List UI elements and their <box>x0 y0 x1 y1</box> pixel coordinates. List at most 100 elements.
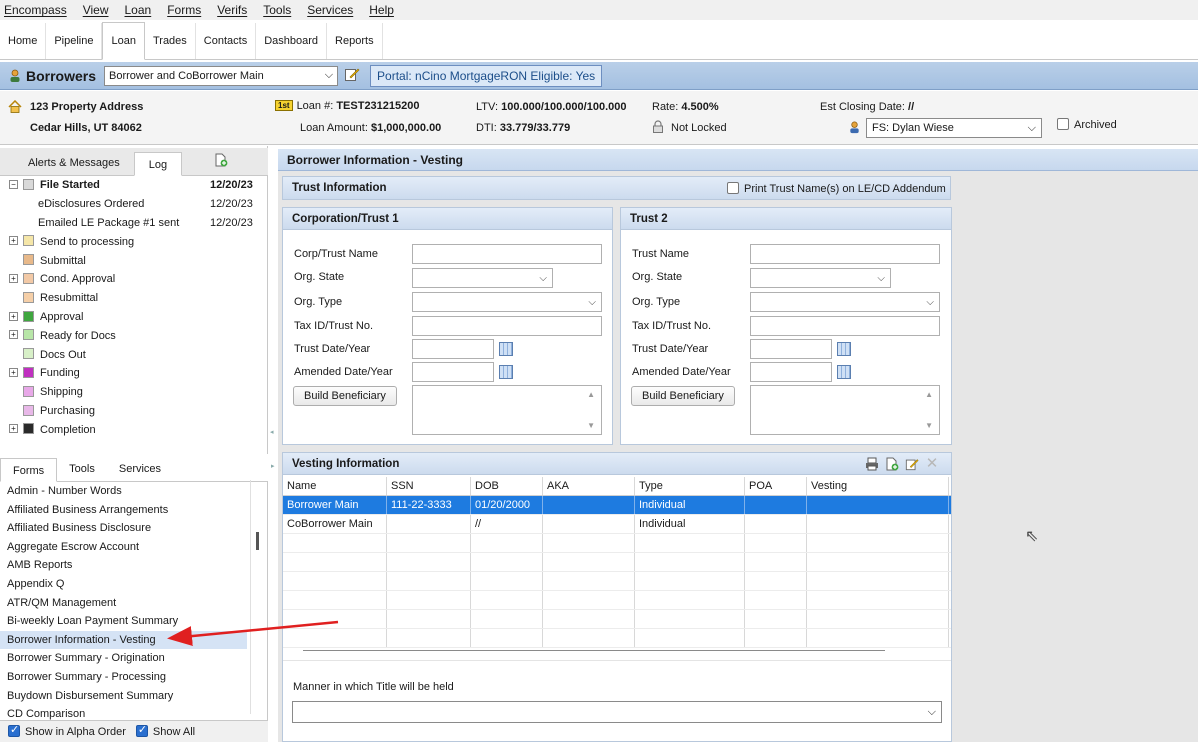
menu-view[interactable]: View <box>83 3 109 17</box>
column-header[interactable]: POA <box>745 477 807 495</box>
beneficiary-textarea[interactable]: ▲ ▼ <box>412 385 602 435</box>
assigned-user-select[interactable]: FS: Dylan Wiese ⌵ <box>866 118 1042 138</box>
table-row[interactable]: Borrower Main 111-22-3333 01/20/2000 Indivi… <box>283 496 951 515</box>
edit-borrower-icon[interactable] <box>344 66 360 85</box>
menu-help[interactable]: Help <box>369 3 394 17</box>
menu-tools[interactable]: Tools <box>263 3 291 17</box>
column-header[interactable]: SSN <box>387 477 471 495</box>
tab-pipeline[interactable]: Pipeline <box>46 23 103 59</box>
print-icon[interactable] <box>865 457 879 471</box>
column-header[interactable]: Type <box>635 477 745 495</box>
tab-reports[interactable]: Reports <box>327 23 383 59</box>
log-item[interactable]: + Completion <box>0 420 264 439</box>
form-list-item[interactable]: Borrower Summary - Origination <box>0 649 247 668</box>
trust-date-input[interactable] <box>412 339 494 359</box>
expander-icon[interactable]: + <box>9 311 18 321</box>
log-item[interactable]: Submittal <box>0 251 264 270</box>
scroll-down-icon[interactable]: ▼ <box>925 421 933 430</box>
form-list-item[interactable]: Borrower Information - Vesting <box>0 630 247 650</box>
trust-2-name-input[interactable] <box>750 244 940 264</box>
edit-vesting-icon[interactable] <box>905 457 919 471</box>
forms-scrollbar[interactable] <box>250 480 264 714</box>
tab-loan[interactable]: Loan <box>102 22 145 60</box>
add-log-icon[interactable] <box>214 153 228 170</box>
org-type-select[interactable]: ⌵ <box>412 292 602 312</box>
trust-2-org-type-select[interactable]: ⌵ <box>750 292 940 312</box>
log-item[interactable]: + Send to processing <box>0 232 264 251</box>
form-list-item[interactable]: Borrower Summary - Processing <box>0 668 247 687</box>
tab-dashboard[interactable]: Dashboard <box>256 23 328 59</box>
form-list-item[interactable]: Affiliated Business Arrangements <box>0 501 247 520</box>
form-list-item[interactable]: AMB Reports <box>0 556 247 575</box>
table-row[interactable] <box>283 553 951 572</box>
calendar-icon[interactable] <box>499 342 513 356</box>
log-item[interactable]: Emailed LE Package #1 sent 12/20/23 <box>0 214 264 233</box>
expander-icon[interactable]: + <box>9 330 18 340</box>
trust-2-org-state-select[interactable]: ⌵ <box>750 268 891 288</box>
log-item[interactable]: Docs Out <box>0 345 264 364</box>
amended-date-input[interactable] <box>412 362 494 382</box>
scrollbar-thumb[interactable] <box>256 532 259 550</box>
form-list-item[interactable]: Admin - Number Words <box>0 482 247 501</box>
tab-log[interactable]: Log <box>133 152 183 176</box>
log-item[interactable]: + Funding <box>0 364 264 383</box>
collapse-arrow-icon[interactable]: ◂ <box>270 428 274 436</box>
tab-tools[interactable]: Tools <box>57 457 107 481</box>
org-state-select[interactable]: ⌵ <box>412 268 553 288</box>
trust-2-amended-input[interactable] <box>750 362 832 382</box>
form-list-item[interactable]: Appendix Q <box>0 575 247 594</box>
calendar-icon[interactable] <box>837 342 851 356</box>
scroll-down-icon[interactable]: ▼ <box>587 421 595 430</box>
table-row[interactable] <box>283 534 951 553</box>
tab-services[interactable]: Services <box>107 457 173 481</box>
table-row[interactable] <box>283 629 951 648</box>
form-list-item[interactable]: Aggregate Escrow Account <box>0 538 247 557</box>
archived-checkbox[interactable]: Archived <box>1057 118 1117 131</box>
column-header[interactable]: DOB <box>471 477 543 495</box>
calendar-icon[interactable] <box>837 365 851 379</box>
delete-vesting-icon[interactable]: ✕ <box>925 456 939 471</box>
form-list-item[interactable]: Affiliated Business Disclosure <box>0 519 247 538</box>
menu-loan[interactable]: Loan <box>125 3 152 17</box>
log-item[interactable]: eDisclosures Ordered 12/20/23 <box>0 195 264 214</box>
show-all-checkbox[interactable]: Show All <box>135 723 195 738</box>
menu-verifs[interactable]: Verifs <box>217 3 247 17</box>
expand-arrow-icon[interactable]: ▸ <box>271 462 275 470</box>
log-item[interactable]: Purchasing <box>0 402 264 421</box>
table-row[interactable] <box>283 591 951 610</box>
log-item[interactable]: Shipping <box>0 383 264 402</box>
expander-icon[interactable]: − <box>9 180 18 189</box>
tab-trades[interactable]: Trades <box>145 23 196 59</box>
table-row[interactable] <box>283 572 951 591</box>
column-header[interactable]: AKA <box>543 477 635 495</box>
horizontal-scrollbar[interactable] <box>303 650 885 651</box>
form-list-item[interactable]: Buydown Disbursement Summary <box>0 687 247 706</box>
expander-icon[interactable]: + <box>9 424 18 434</box>
table-row[interactable] <box>283 610 951 629</box>
expander-icon[interactable]: + <box>9 367 18 377</box>
scroll-up-icon[interactable]: ▲ <box>587 390 595 399</box>
trust-2-tax-id-input[interactable] <box>750 316 940 336</box>
form-list-item[interactable]: ATR/QM Management <box>0 594 247 613</box>
trust-2-date-input[interactable] <box>750 339 832 359</box>
form-list-item[interactable]: Bi-weekly Loan Payment Summary <box>0 612 247 631</box>
trust-2-build-beneficiary-button[interactable]: Build Beneficiary <box>631 386 735 406</box>
add-vesting-icon[interactable] <box>885 457 899 471</box>
borrower-pair-select[interactable]: Borrower and CoBorrower Main ⌵ <box>104 65 339 86</box>
alpha-order-checkbox[interactable]: Show in Alpha Order <box>8 723 126 738</box>
scroll-up-icon[interactable]: ▲ <box>925 390 933 399</box>
tab-home[interactable]: Home <box>0 23 47 59</box>
column-header[interactable]: Vesting <box>807 477 949 495</box>
expander-icon[interactable]: + <box>9 236 18 246</box>
tax-id-input[interactable] <box>412 316 602 336</box>
build-beneficiary-button[interactable]: Build Beneficiary <box>293 386 397 406</box>
corp-trust-name-input[interactable] <box>412 244 602 264</box>
tab-forms[interactable]: Forms <box>0 458 58 482</box>
table-row[interactable]: CoBorrower Main // Individual <box>283 515 951 534</box>
expander-icon[interactable]: + <box>9 273 18 283</box>
log-item[interactable]: + Ready for Docs <box>0 326 264 345</box>
calendar-icon[interactable] <box>499 365 513 379</box>
log-item[interactable]: + Approval <box>0 308 264 327</box>
log-item[interactable]: Resubmittal <box>0 289 264 308</box>
print-trust-checkbox[interactable]: Print Trust Name(s) on LE/CD Addendum <box>727 182 946 195</box>
